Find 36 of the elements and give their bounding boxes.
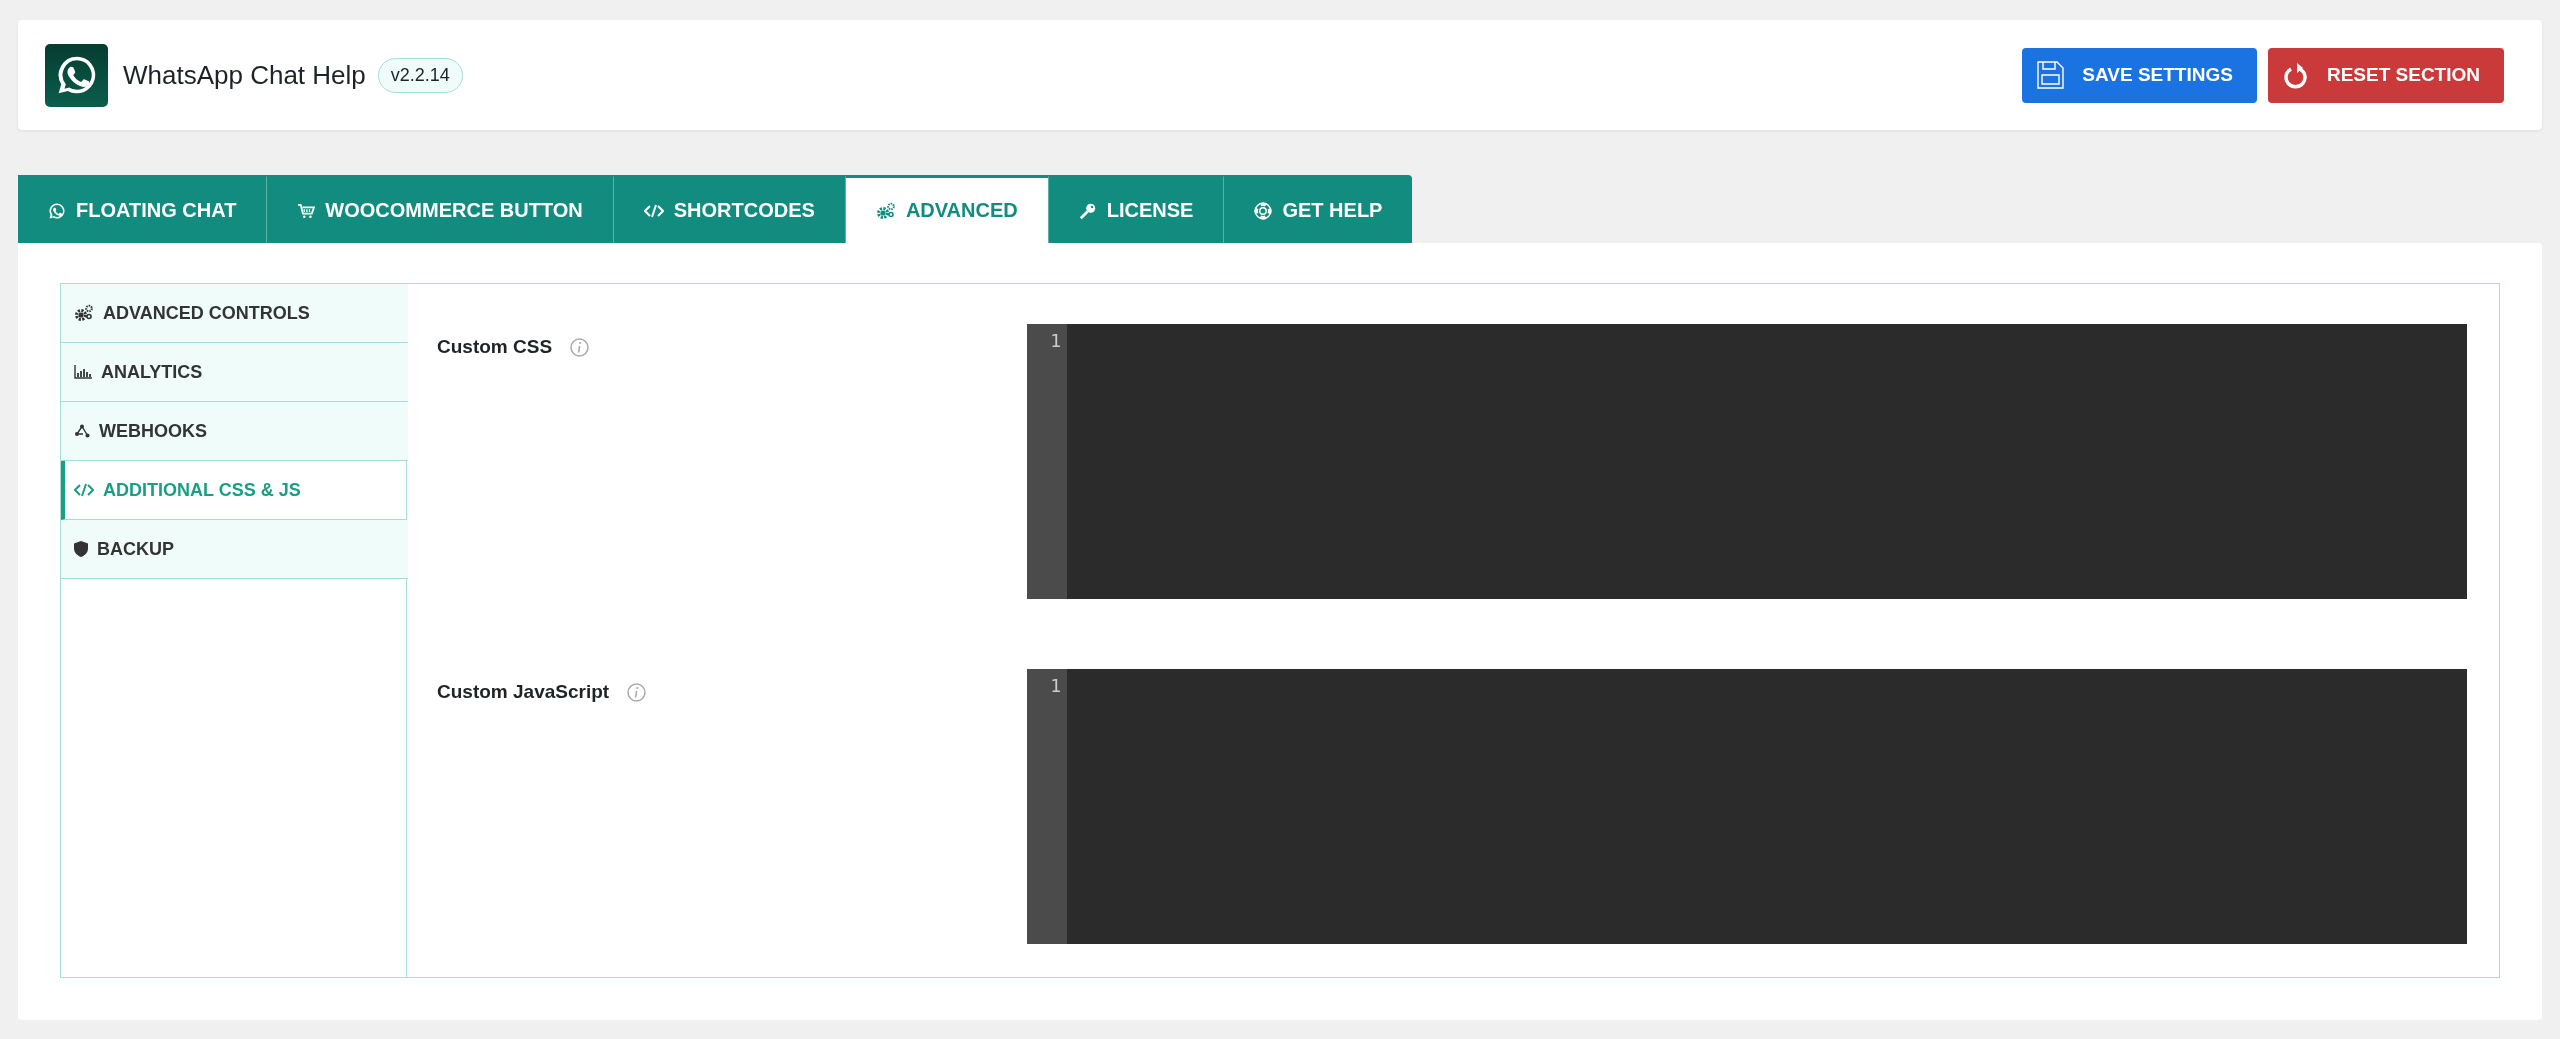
code-icon	[74, 483, 94, 497]
field-label: Custom JavaScript	[437, 681, 610, 703]
save-button[interactable]: SAVE SETTINGS	[2022, 47, 2257, 103]
code-editor[interactable]: 1	[1027, 669, 2467, 944]
shield-icon	[74, 541, 88, 557]
tab[interactable]: SHORTCODES	[613, 175, 846, 243]
nodes-icon	[74, 424, 90, 438]
tab[interactable]: WOOCOMMERCE BUTTON	[267, 175, 614, 243]
tab[interactable]: LICENSE	[1048, 175, 1225, 243]
code-editor[interactable]: 1	[1027, 324, 2467, 599]
app-logo	[45, 43, 108, 107]
gears-icon	[74, 304, 94, 322]
refresh-icon	[2282, 61, 2309, 89]
lifebuoy-icon	[1254, 201, 1273, 220]
sidebar-item[interactable]: ADDITIONAL CSS & JS	[61, 461, 406, 520]
whatsapp-icon	[48, 201, 66, 220]
sidebar-item[interactable]: ADVANCED CONTROLS	[61, 284, 408, 343]
reset-button[interactable]: RESET SECTION	[2267, 47, 2504, 103]
info-icon	[570, 337, 590, 357]
tab[interactable]: FLOATING CHAT	[18, 175, 268, 243]
sidebar-item[interactable]: ANALYTICS	[61, 343, 408, 402]
info-icon	[627, 682, 647, 702]
field-label: Custom CSS	[437, 336, 553, 358]
line-number: 1	[1027, 669, 1067, 944]
sidebar-item[interactable]: WEBHOOKS	[61, 402, 408, 461]
version-badge: v2.2.14	[377, 57, 463, 93]
gears-icon	[875, 201, 896, 220]
tab[interactable]: GET HELP	[1224, 175, 1413, 243]
sidebar-item[interactable]: BACKUP	[61, 520, 408, 579]
cart-icon	[297, 202, 316, 219]
line-number: 1	[1027, 324, 1067, 599]
tab[interactable]: ADVANCED	[845, 175, 1049, 243]
code-icon	[643, 203, 664, 218]
key-icon	[1078, 201, 1097, 220]
app-title: WhatsApp Chat Help	[123, 59, 366, 91]
bar-chart-icon	[74, 365, 92, 379]
